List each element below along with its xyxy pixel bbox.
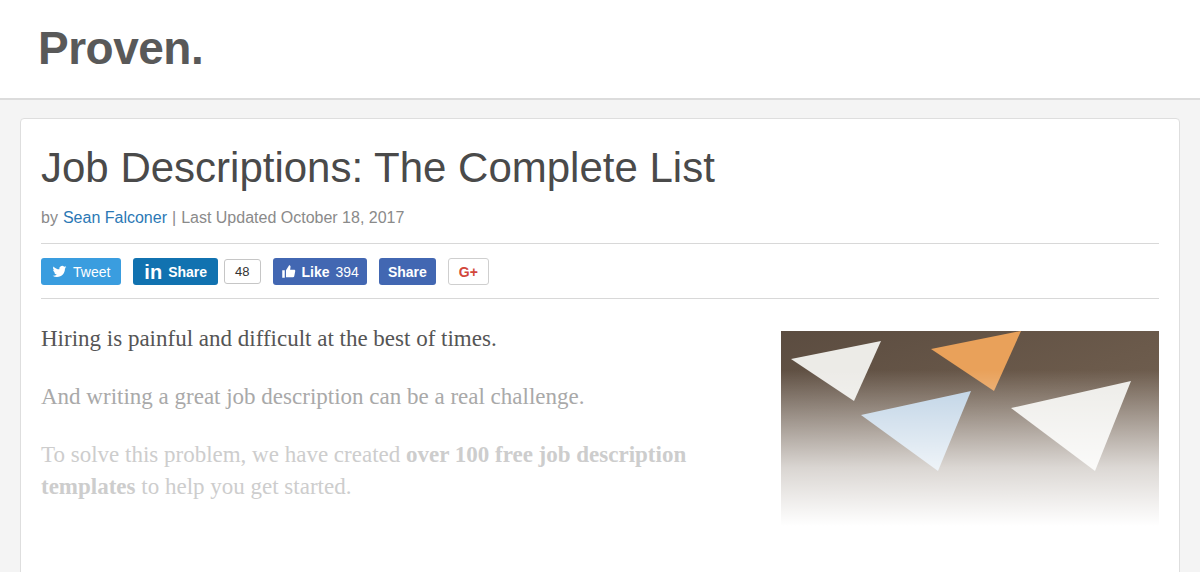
google-plus-label: G+ bbox=[459, 264, 478, 280]
intro-text: Hiring is painful and difficult at the b… bbox=[41, 323, 721, 529]
google-plus-button[interactable]: G+ bbox=[448, 258, 489, 285]
author-link[interactable]: Sean Falconer bbox=[63, 209, 167, 227]
tweet-label: Tweet bbox=[73, 264, 110, 280]
page: Proven. Job Descriptions: The Complete Li… bbox=[0, 0, 1200, 572]
image-fade bbox=[781, 331, 1159, 526]
logo[interactable]: Proven. bbox=[38, 22, 1200, 74]
byline: by Sean Falconer | Last Updated October 18,… bbox=[41, 209, 1159, 244]
facebook-share-label: Share bbox=[388, 264, 427, 280]
linkedin-label: Share bbox=[168, 264, 207, 280]
linkedin-share: in Share 48 bbox=[133, 258, 260, 285]
byline-prefix: by bbox=[41, 209, 58, 227]
content-area: Job Descriptions: The Complete List by Sea… bbox=[0, 100, 1200, 572]
facebook-share-button[interactable]: Share bbox=[379, 258, 436, 285]
like-label: Like bbox=[302, 264, 330, 280]
thumbs-up-icon bbox=[281, 264, 296, 279]
linkedin-share-button[interactable]: in Share bbox=[133, 258, 218, 285]
article-body: Hiring is painful and difficult at the b… bbox=[41, 299, 1159, 529]
tweet-button[interactable]: Tweet bbox=[41, 258, 121, 285]
facebook-like-button[interactable]: Like 394 bbox=[273, 258, 367, 285]
twitter-bird-icon bbox=[52, 264, 67, 279]
paragraph: To solve this problem, we have created o… bbox=[41, 439, 721, 503]
byline-separator: | bbox=[172, 209, 176, 227]
article-title: Job Descriptions: The Complete List bbox=[41, 141, 1159, 195]
paragraph: And writing a great job description can … bbox=[41, 381, 721, 413]
linkedin-count: 48 bbox=[224, 259, 260, 284]
updated-date: Last Updated October 18, 2017 bbox=[181, 209, 404, 227]
linkedin-icon: in bbox=[144, 262, 162, 282]
article-image bbox=[781, 331, 1159, 526]
site-header: Proven. bbox=[0, 0, 1200, 100]
article-card: Job Descriptions: The Complete List by Sea… bbox=[20, 118, 1180, 572]
like-count: 394 bbox=[336, 264, 359, 280]
share-bar: Tweet in Share 48 Like 394 Share G+ bbox=[41, 244, 1159, 299]
paragraph: Hiring is painful and difficult at the b… bbox=[41, 323, 721, 355]
